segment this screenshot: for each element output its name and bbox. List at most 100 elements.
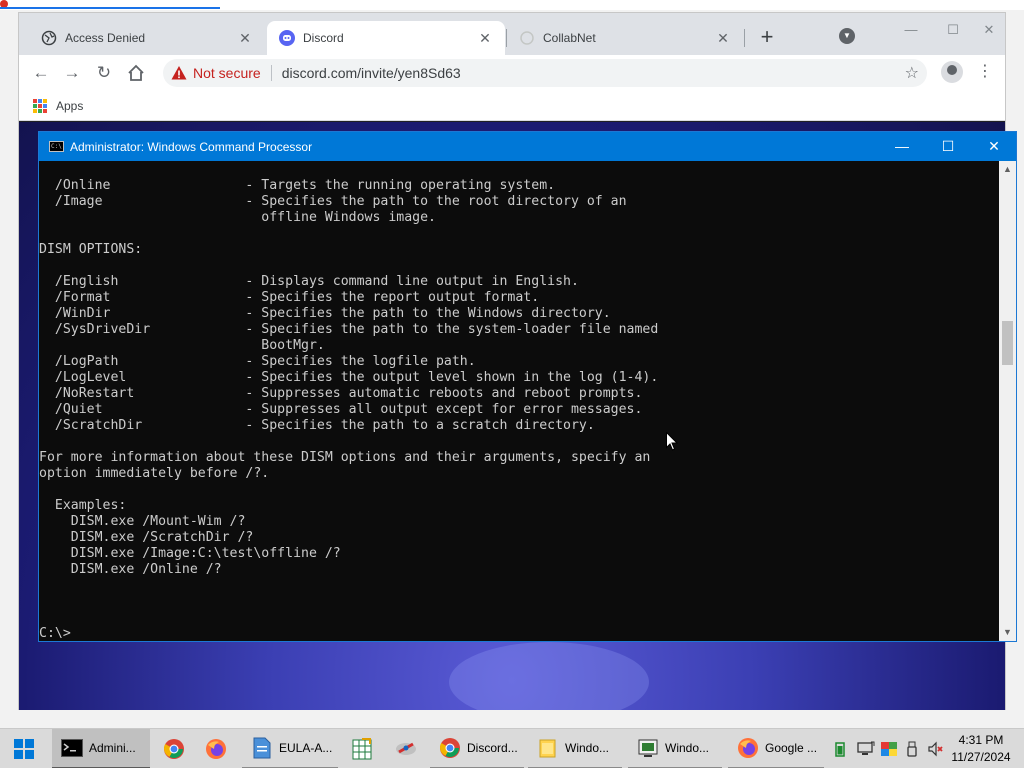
spreadsheet-icon <box>351 738 373 760</box>
cmd-icon: C:\ <box>49 141 64 152</box>
apps-icon[interactable] <box>33 98 47 113</box>
taskbar-item-spreadsheet[interactable] <box>342 729 382 768</box>
tool-icon <box>395 738 417 760</box>
scroll-thumb[interactable] <box>1002 321 1013 365</box>
taskbar-item-discord-chrome[interactable]: Discord... <box>430 729 524 768</box>
console-line: /LogLevel - Specifies the output level s… <box>39 370 659 385</box>
browser-toolbar: ← → ↻ Not secure discord.com/invite/yen8… <box>19 55 1005 91</box>
address-bar[interactable]: Not secure discord.com/invite/yen8Sd63 ☆ <box>163 59 927 87</box>
network-icon[interactable] <box>857 741 875 757</box>
mouse-cursor-icon <box>666 431 679 454</box>
taskbar-item-tool[interactable] <box>386 729 426 768</box>
console-line: /WinDir - Specifies the path to the Wind… <box>39 306 611 321</box>
console-line: /Quiet - Suppresses all output except fo… <box>39 402 643 417</box>
console-line: DISM OPTIONS: <box>39 242 143 257</box>
tab-label: Access Denied <box>65 31 146 45</box>
maximize-icon[interactable]: ☐ <box>925 132 971 161</box>
tab-discord[interactable]: Discord ✕ <box>267 21 505 55</box>
taskbar-item-label: Google ... <box>765 741 818 755</box>
console-line: DISM.exe /Image:C:\test\offline /? <box>39 546 341 561</box>
background-window-strip <box>0 0 1024 10</box>
system-clock[interactable]: 4:31 PM 11/27/2024 <box>947 732 1015 766</box>
taskbar-item-label: Discord... <box>467 741 518 755</box>
reload-icon[interactable]: ↻ <box>92 61 116 85</box>
profile-avatar-icon[interactable] <box>941 61 963 83</box>
tab-access-denied[interactable]: Access Denied ✕ <box>29 21 265 55</box>
background-window-accent <box>0 7 220 9</box>
home-icon[interactable] <box>124 61 148 85</box>
loading-icon <box>519 30 535 46</box>
tab-label: Discord <box>303 31 344 45</box>
document-icon <box>251 737 273 759</box>
console-line: C:\> <box>39 626 71 641</box>
cmd-titlebar[interactable]: C:\ Administrator: Windows Command Proce… <box>39 132 1016 161</box>
close-tab-icon[interactable]: ✕ <box>715 30 731 47</box>
close-window-icon[interactable]: ✕ <box>969 17 1009 43</box>
maximize-icon[interactable]: ☐ <box>933 17 973 43</box>
taskbar-item-label: EULA-A... <box>279 741 333 755</box>
tab-search-icon[interactable]: ▼ <box>839 28 855 44</box>
taskbar-item-label: Windo... <box>665 741 710 755</box>
close-tab-icon[interactable]: ✕ <box>477 30 493 47</box>
tab-collabnet[interactable]: CollabNet ✕ <box>507 21 743 55</box>
address-divider <box>270 65 272 81</box>
taskbar-item-chrome[interactable] <box>154 729 194 768</box>
console-line: DISM.exe /ScratchDir /? <box>39 530 254 545</box>
firefox-icon <box>737 737 759 759</box>
start-button[interactable] <box>0 729 48 768</box>
taskbar-item-explorer[interactable]: Windo... <box>528 729 622 768</box>
forward-icon[interactable]: → <box>60 61 84 85</box>
bookmarks-bar: Apps <box>19 91 1005 121</box>
console-line: For more information about these DISM op… <box>39 450 651 465</box>
command-prompt-window: C:\ Administrator: Windows Command Proce… <box>38 131 1017 642</box>
battery-icon[interactable] <box>834 741 848 757</box>
security-label[interactable]: Not secure <box>193 65 261 81</box>
color-icon[interactable] <box>881 741 897 757</box>
back-icon[interactable]: ← <box>29 61 53 85</box>
taskbar-item-label: Windo... <box>565 741 610 755</box>
cmd-icon <box>61 737 83 759</box>
console-line: DISM.exe /Online /? <box>39 562 222 577</box>
taskbar-item-firefox[interactable] <box>196 729 236 768</box>
volume-muted-icon[interactable] <box>928 741 944 757</box>
console-line: /Online - Targets the running operating … <box>39 178 556 193</box>
console-output: /Online - Targets the running operating … <box>39 178 658 641</box>
new-tab-button[interactable]: + <box>754 25 780 51</box>
warning-icon[interactable] <box>171 65 187 81</box>
url-text[interactable]: discord.com/invite/yen8Sd63 <box>282 65 461 81</box>
background-glow <box>449 642 649 710</box>
close-icon[interactable]: ✕ <box>971 132 1017 161</box>
console-line: /NoRestart - Suppresses automatic reboot… <box>39 386 643 401</box>
cmd-console[interactable]: /Online - Targets the running operating … <box>39 161 1000 641</box>
console-line: BootMgr. <box>39 338 325 353</box>
apps-bookmark[interactable]: Apps <box>56 99 83 113</box>
tab-strip: Access Denied ✕ Discord ✕ CollabNet ✕ + … <box>19 13 1005 55</box>
cmd-title: Administrator: Windows Command Processor <box>70 139 313 154</box>
minimize-icon[interactable]: — <box>879 132 925 161</box>
taskbar: Admini... EULA-A... Discord... Windo... … <box>0 728 1024 768</box>
usb-icon[interactable] <box>906 741 920 757</box>
taskbar-item-cmd[interactable]: Admini... <box>52 729 150 768</box>
taskbar-item-windows-app[interactable]: Windo... <box>628 729 722 768</box>
windows-logo-icon <box>14 739 34 759</box>
clock-time: 4:31 PM <box>958 733 1004 747</box>
cmd-scrollbar[interactable]: ▲ ▼ <box>999 161 1016 641</box>
console-line: /LogPath - Specifies the logfile path. <box>39 354 476 369</box>
taskbar-item-google-firefox[interactable]: Google ... <box>728 729 824 768</box>
bookmark-star-icon[interactable]: ☆ <box>905 63 919 83</box>
close-tab-icon[interactable]: ✕ <box>237 30 253 47</box>
minimize-icon[interactable]: — <box>891 17 931 43</box>
menu-icon[interactable]: ⋮ <box>977 59 993 85</box>
scroll-down-icon[interactable]: ▼ <box>999 624 1016 641</box>
console-line: /ScratchDir - Specifies the path to a sc… <box>39 418 595 433</box>
taskbar-item-eula[interactable]: EULA-A... <box>242 729 338 768</box>
console-line: offline Windows image. <box>39 210 436 225</box>
console-line: /Image - Specifies the path to the root … <box>39 194 627 209</box>
scroll-up-icon[interactable]: ▲ <box>999 161 1016 178</box>
